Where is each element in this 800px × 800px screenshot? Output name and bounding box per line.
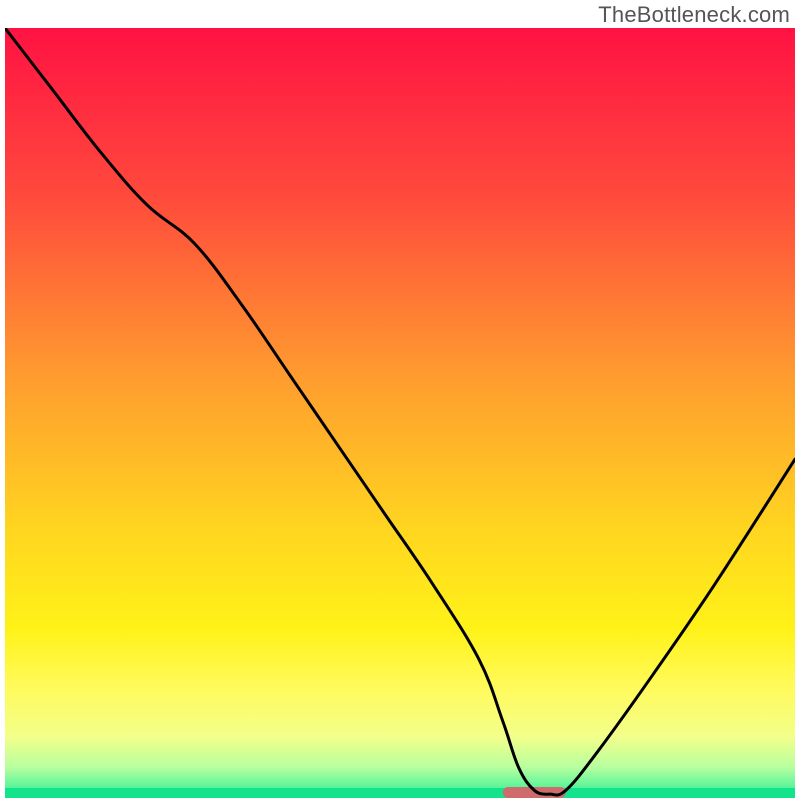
baseline-band	[5, 788, 795, 798]
watermark-text: TheBottleneck.com	[598, 2, 790, 28]
plot-area	[5, 28, 795, 798]
gradient-background	[5, 28, 795, 798]
chart-canvas: TheBottleneck.com	[0, 0, 800, 800]
plot-svg	[5, 28, 795, 798]
